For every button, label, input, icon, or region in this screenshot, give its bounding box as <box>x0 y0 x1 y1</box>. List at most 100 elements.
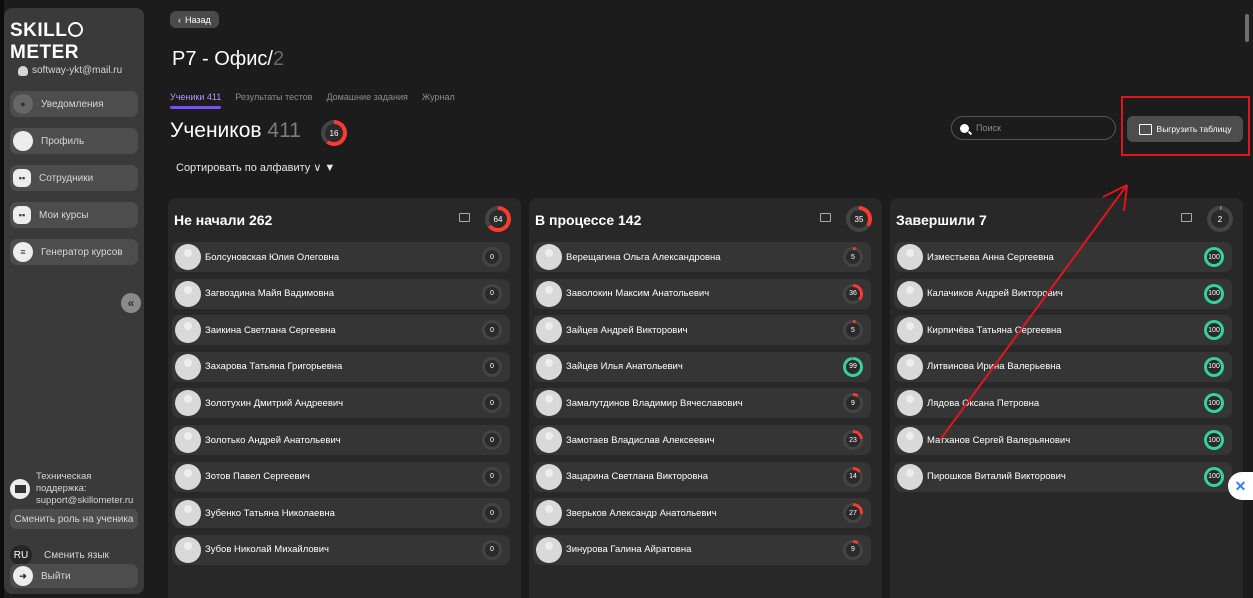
column-title: Не начали 262 <box>174 212 273 228</box>
student-card[interactable]: Литвинова Ирина Валерьевна 100 <box>894 351 1232 382</box>
student-card[interactable]: Заволокин Максим Анатольевич 36 <box>533 278 871 309</box>
logo-o-icon <box>68 22 84 37</box>
student-name: Зотов Павел Сергеевич <box>205 471 310 483</box>
avatar <box>897 317 923 344</box>
student-card[interactable]: Зубов Николай Михайлович 0 <box>172 534 510 565</box>
student-card[interactable]: Зайцев Илья Анатольевич 99 <box>533 351 871 382</box>
student-card[interactable]: Заикина Светлана Сергеевна 0 <box>172 315 510 346</box>
avatar <box>536 244 562 270</box>
student-card[interactable]: Замотаев Владислав Алексеевич 23 <box>533 425 871 455</box>
student-name: Замотаев Владислав Алексеевич <box>566 434 715 446</box>
avatar <box>536 353 562 380</box>
student-name: Заикина Светлана Сергеевна <box>205 324 336 336</box>
sidebar-item-course-generator[interactable]: ≡ Генератор курсов <box>10 239 138 265</box>
logout-icon: ➜ <box>13 566 33 586</box>
student-name: Замалутдинов Владимир Вячеславович <box>566 397 743 409</box>
student-card[interactable]: Зацарина Светлана Викторовна 14 <box>533 461 871 492</box>
student-card[interactable]: Матханов Сергей Валерьянович 100 <box>894 425 1232 455</box>
sidebar-item-my-courses[interactable]: ▪▪ Мои курсы <box>10 202 138 228</box>
tab-journal[interactable]: Журнал <box>422 92 455 102</box>
user-email-text: softway-ykt@mail.ru <box>32 65 123 76</box>
score-badge: 0 <box>482 503 502 524</box>
student-name: Матханов Сергей Валерьянович <box>927 434 1071 446</box>
column-progress-badge: 2 <box>1207 206 1233 232</box>
student-name: Калачиков Андрей Викторович <box>927 288 1063 300</box>
score-badge: 100 <box>1204 247 1224 267</box>
switch-language-button[interactable]: RU Сменить язык <box>10 545 109 565</box>
student-name: Золотько Андрей Анатольевич <box>205 434 341 446</box>
support-label: Техническая поддержка: <box>36 471 92 494</box>
close-icon: ✕ <box>1234 477 1247 494</box>
avatar <box>897 390 923 417</box>
students-progress-badge: 16 <box>321 120 347 146</box>
student-name: Литвинова Ирина Валерьевна <box>927 361 1061 373</box>
tab-homework[interactable]: Домашние задания <box>326 92 407 102</box>
student-name: Зайцев Андрей Викторович <box>566 324 688 336</box>
student-card[interactable]: Изместьева Анна Сергеевна 100 <box>894 242 1232 272</box>
student-name: Лядова Оксана Петровна <box>927 397 1040 409</box>
sidebar-item-notifications[interactable]: ● Уведомления <box>10 91 138 117</box>
user-email[interactable]: softway-ykt@mail.ru <box>18 65 122 76</box>
avatar <box>536 500 562 527</box>
scrollbar[interactable] <box>1245 14 1249 42</box>
student-card[interactable]: Золотухин Дмитрий Андреевич 0 <box>172 388 510 419</box>
student-name: Зубов Николай Михайлович <box>205 544 329 556</box>
avatar <box>536 317 562 344</box>
logout-button[interactable]: ➜ Выйти <box>10 564 138 588</box>
student-card[interactable]: Калачиков Андрей Викторович 100 <box>894 278 1232 309</box>
collapse-sidebar-button[interactable]: « <box>121 293 141 313</box>
tab-test-results[interactable]: Результаты тестов <box>235 92 312 102</box>
column-title: Завершили 7 <box>896 212 987 228</box>
student-card[interactable]: Зверьков Александр Анатольевич 27 <box>533 498 871 529</box>
score-badge: 0 <box>482 393 502 414</box>
student-card[interactable]: Зубенко Татьяна Николаевна 0 <box>172 498 510 529</box>
score-badge: 23 <box>843 430 863 450</box>
user-icon <box>13 131 33 151</box>
score-badge: 5 <box>843 320 863 341</box>
person-icon <box>18 65 28 76</box>
tab-students[interactable]: Ученики 411 <box>170 92 222 109</box>
sidebar-item-label: Мои курсы <box>39 209 89 221</box>
student-name: Золотухин Дмитрий Андреевич <box>205 397 344 409</box>
score-badge: 0 <box>482 320 502 341</box>
student-card[interactable]: Зайцев Андрей Викторович 5 <box>533 315 871 346</box>
student-card[interactable]: Верещагина Ольга Александровна 5 <box>533 242 871 272</box>
student-name: Загвоздина Майя Вадимовна <box>205 288 335 300</box>
student-card[interactable]: Золотько Андрей Анатольевич 0 <box>172 425 510 455</box>
student-card[interactable]: Зинурова Галина Айратовна 9 <box>533 534 871 565</box>
chat-widget-button[interactable]: ✕ <box>1228 472 1253 500</box>
student-name: Зубенко Татьяна Николаевна <box>205 507 335 519</box>
back-button[interactable]: ‹ Назад <box>170 11 219 28</box>
support-contact[interactable]: Техническая поддержка: support@skillomete… <box>10 471 138 506</box>
sort-dropdown[interactable]: Сортировать по алфавиту ∨ ▼ <box>176 161 335 174</box>
table-export-icon[interactable] <box>1181 213 1192 222</box>
score-badge: 100 <box>1204 283 1224 304</box>
switch-role-button[interactable]: Сменить роль на ученика <box>10 509 138 529</box>
column-in-progress: В процессе 142 35 Верещагина Ольга Алексан… <box>529 198 882 598</box>
support-email: support@skillometer.ru <box>36 495 134 506</box>
search-input[interactable]: Поиск <box>951 116 1116 140</box>
export-table-button[interactable]: Выгрузить таблицу <box>1127 116 1243 142</box>
table-export-icon[interactable] <box>820 213 831 222</box>
student-name: Зацарина Светлана Викторовна <box>566 471 708 483</box>
search-placeholder: Поиск <box>976 123 1001 133</box>
student-card[interactable]: Пирошков Виталий Викторович 100 <box>894 461 1232 492</box>
student-card[interactable]: Загвоздина Майя Вадимовна 0 <box>172 278 510 309</box>
student-card[interactable]: Захарова Татьяна Григорьевна 0 <box>172 351 510 382</box>
student-card[interactable]: Болсуновская Юлия Олеговна 0 <box>172 242 510 272</box>
score-badge: 0 <box>482 539 502 560</box>
student-card[interactable]: Замалутдинов Владимир Вячеславович 9 <box>533 388 871 419</box>
table-export-icon[interactable] <box>459 213 470 222</box>
chevron-left-icon: ‹ <box>178 14 181 25</box>
student-name: Захарова Татьяна Григорьевна <box>205 361 343 373</box>
avatar <box>175 353 201 380</box>
avatar <box>536 463 562 490</box>
student-card[interactable]: Зотов Павел Сергеевич 0 <box>172 461 510 492</box>
sidebar-item-profile[interactable]: Профиль <box>10 128 138 154</box>
student-name: Зверьков Александр Анатольевич <box>566 507 717 519</box>
student-card[interactable]: Кирпичёва Татьяна Сергеевна 100 <box>894 315 1232 346</box>
sidebar-item-employees[interactable]: ▪▪ Сотрудники <box>10 165 138 191</box>
student-name: Болсуновская Юлия Олеговна <box>205 251 340 263</box>
column-progress-badge: 35 <box>846 206 872 232</box>
student-card[interactable]: Лядова Оксана Петровна 100 <box>894 388 1232 419</box>
